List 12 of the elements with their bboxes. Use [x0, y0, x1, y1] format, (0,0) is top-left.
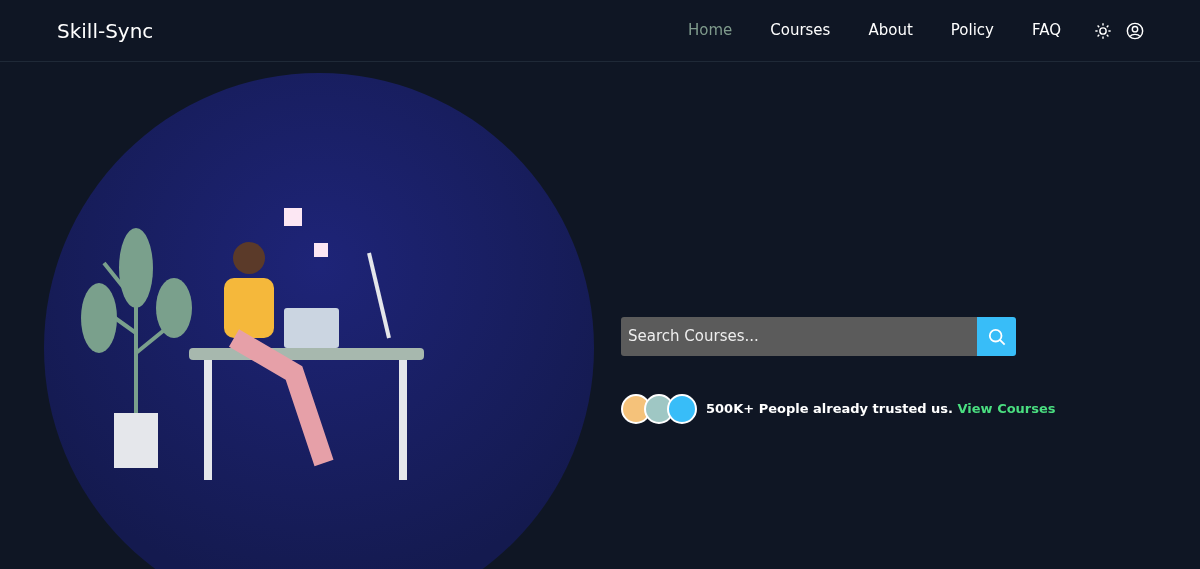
nav-link[interactable]: Home	[687, 19, 733, 42]
brand-logo[interactable]: Skill-Sync	[57, 15, 154, 46]
nav-link[interactable]: Policy	[950, 19, 994, 42]
user-icon[interactable]	[1126, 21, 1144, 40]
trust-text: 500K+ People already trusted us. View Courses	[706, 400, 1056, 419]
nav-link[interactable]: FAQ	[1031, 19, 1061, 42]
sun-icon[interactable]	[1094, 21, 1112, 40]
search-field[interactable]: Search Courses...	[621, 317, 977, 356]
nav-link[interactable]: About	[868, 19, 913, 42]
view-courses-link[interactable]: View Courses	[957, 401, 1056, 417]
search-icon	[987, 327, 1006, 346]
nav-link[interactable]: Courses	[770, 19, 831, 42]
